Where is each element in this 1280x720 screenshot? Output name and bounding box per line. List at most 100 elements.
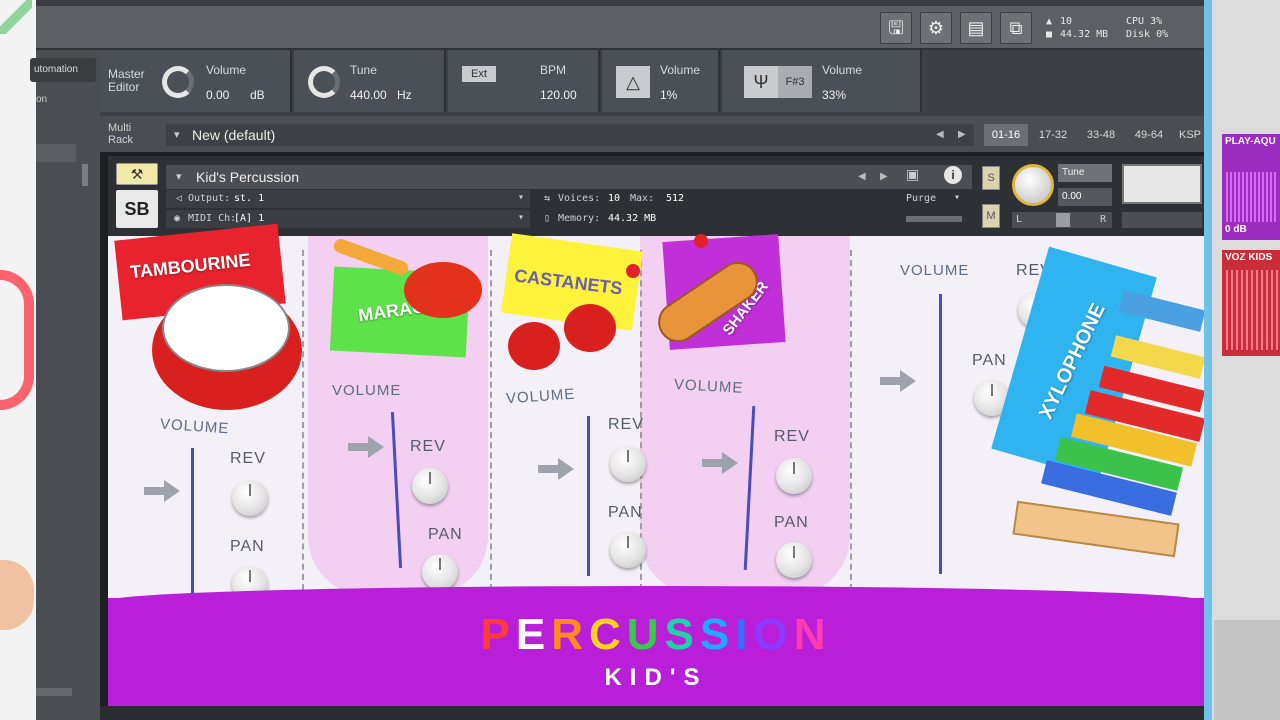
- shaker-arrow-icon: [702, 452, 738, 474]
- camera-icon[interactable]: ▣: [906, 166, 919, 183]
- bpm-value[interactable]: 120.00: [540, 88, 577, 102]
- audio-clip-2[interactable]: VOZ KIDS: [1222, 250, 1280, 356]
- rack-tab-17-32[interactable]: 17-32: [1030, 124, 1076, 146]
- midi-icon: ◉: [174, 213, 181, 224]
- castanets-pan-label: PAN: [608, 504, 643, 521]
- memory-value: 44.32 MB: [608, 213, 657, 224]
- percussion-title-letter: S: [699, 610, 736, 659]
- wrench-icon[interactable]: ⚒: [116, 163, 158, 185]
- voices-value: 10: [608, 193, 621, 204]
- audio-clip-1[interactable]: PLAY-AQU 0 dB: [1222, 134, 1280, 240]
- pan-slider-handle[interactable]: [1056, 213, 1070, 227]
- reference-volume-value[interactable]: 33%: [822, 88, 846, 102]
- master-volume-unit: dB: [250, 88, 265, 102]
- gear-icon[interactable]: ⚙: [920, 12, 952, 44]
- master-volume-value[interactable]: 0.00: [206, 88, 229, 102]
- instrument-volume-slider[interactable]: [1122, 212, 1202, 228]
- maraca-rev-label: REV: [410, 438, 446, 455]
- rack-tab-ksp[interactable]: KSP: [1176, 124, 1204, 146]
- window-resize-icon[interactable]: ⧉: [1000, 12, 1032, 44]
- output-value[interactable]: st. 1: [234, 193, 264, 204]
- tambourine-rev-knob[interactable]: [232, 480, 268, 516]
- master-tune-unit: Hz: [397, 88, 412, 102]
- percussion-title-letter: I: [735, 610, 754, 659]
- maraca-pan-knob[interactable]: [422, 554, 458, 590]
- output-icon: ◁: [176, 193, 183, 204]
- rack-dropdown-icon[interactable]: ▾: [174, 124, 180, 146]
- xylophone-pan-label: PAN: [972, 352, 1007, 369]
- tambourine-volume-slider[interactable]: [191, 448, 194, 606]
- metronome-icon[interactable]: △: [616, 66, 650, 98]
- master-volume-label: Volume: [206, 63, 247, 77]
- instrument-prev-icon[interactable]: ◀: [858, 171, 866, 182]
- rack-prev-icon[interactable]: ◀: [936, 124, 944, 146]
- maraca-pan-label: PAN: [428, 526, 463, 543]
- master-tune-label: Tune: [350, 63, 377, 77]
- tambourine-pan-label: PAN: [230, 538, 265, 555]
- top-strip: [36, 0, 1204, 6]
- percussion-title-letter: P: [480, 610, 516, 659]
- master-tune-value[interactable]: 440.00: [350, 88, 387, 102]
- percussion-title-letter: N: [793, 610, 832, 659]
- mute-button[interactable]: M: [982, 204, 1000, 228]
- master-volume-knob[interactable]: [162, 66, 194, 98]
- max-voices-value[interactable]: 512: [666, 193, 684, 204]
- instrument-next-icon[interactable]: ▶: [880, 171, 888, 182]
- percussion-title-letter: U: [626, 610, 665, 659]
- castanets-pin: [626, 264, 640, 278]
- reference-key-button[interactable]: F#3: [778, 66, 812, 98]
- rack-tab-33-48[interactable]: 33-48: [1078, 124, 1124, 146]
- xylophone-volume-slider[interactable]: [939, 294, 942, 574]
- midi-dropdown-icon[interactable]: ▾: [518, 212, 524, 223]
- shaker-pin: [694, 234, 708, 248]
- rack-tab-49-64[interactable]: 49-64: [1126, 124, 1172, 146]
- shaker-rev-knob[interactable]: [776, 458, 812, 494]
- left-list-row: [36, 144, 76, 162]
- shaker-pan-label: PAN: [774, 514, 809, 531]
- audio-clip-2-waveform: [1226, 270, 1280, 350]
- metronome-volume-value[interactable]: 1%: [660, 88, 677, 102]
- castanets-rev-label: REV: [608, 416, 644, 433]
- solo-button[interactable]: S: [982, 166, 1000, 190]
- info-icon[interactable]: i: [944, 166, 962, 184]
- automation-tab[interactable]: utomation: [30, 58, 96, 82]
- percussion-title-letter: R: [551, 610, 589, 659]
- rack-next-icon[interactable]: ▶: [958, 124, 966, 146]
- instrument-tune-knob[interactable]: [1012, 164, 1054, 206]
- instrument-collapse-icon[interactable]: ▾: [176, 165, 182, 189]
- output-dropdown-icon[interactable]: ▾: [518, 192, 524, 203]
- rack-name-field[interactable]: New (default): [166, 124, 974, 146]
- reference-volume-label: Volume: [822, 63, 863, 77]
- tuning-fork-icon[interactable]: Ψ: [744, 66, 778, 98]
- divider-4: [850, 250, 852, 590]
- percussion-title-letter: O: [753, 610, 794, 659]
- castanet-right: [564, 304, 616, 352]
- divider-1: [302, 250, 304, 590]
- maraca-rev-knob[interactable]: [412, 468, 448, 504]
- maraca-arrow-icon: [348, 436, 384, 458]
- save-icon[interactable]: 🖫: [880, 12, 912, 44]
- audio-clip-1-level: 0 dB: [1225, 224, 1247, 235]
- instrument-logo: SB: [116, 190, 158, 228]
- purge-dropdown-icon[interactable]: ▾: [954, 192, 960, 203]
- rack-tab-01-16[interactable]: 01-16: [984, 124, 1028, 146]
- left-scrollbar[interactable]: [82, 164, 88, 186]
- instrument-tune-value[interactable]: 0.00: [1058, 188, 1112, 206]
- castanets-volume-slider[interactable]: [587, 416, 590, 576]
- castanets-pan-knob[interactable]: [610, 532, 646, 568]
- master-tune-knob[interactable]: [308, 66, 340, 98]
- ext-sync-button[interactable]: Ext: [462, 66, 496, 82]
- castanets-rev-knob[interactable]: [610, 446, 646, 482]
- top-memory-value: 44.32 MB: [1060, 29, 1109, 40]
- percussion-title-letter: C: [588, 610, 627, 659]
- view-layout-icon[interactable]: ▤: [960, 12, 992, 44]
- purge-button[interactable]: Purge: [906, 193, 936, 204]
- bpm-label: BPM: [540, 63, 567, 77]
- castanets-arrow-icon: [538, 458, 574, 480]
- pan-left-label: L: [1016, 214, 1023, 225]
- left-subtab[interactable]: on: [36, 94, 47, 105]
- xylophone-arrow-icon: [880, 370, 916, 392]
- instrument-name[interactable]: Kid's Percussion: [166, 165, 972, 189]
- midi-value[interactable]: [A] 1: [234, 213, 264, 224]
- shaker-pan-knob[interactable]: [776, 542, 812, 578]
